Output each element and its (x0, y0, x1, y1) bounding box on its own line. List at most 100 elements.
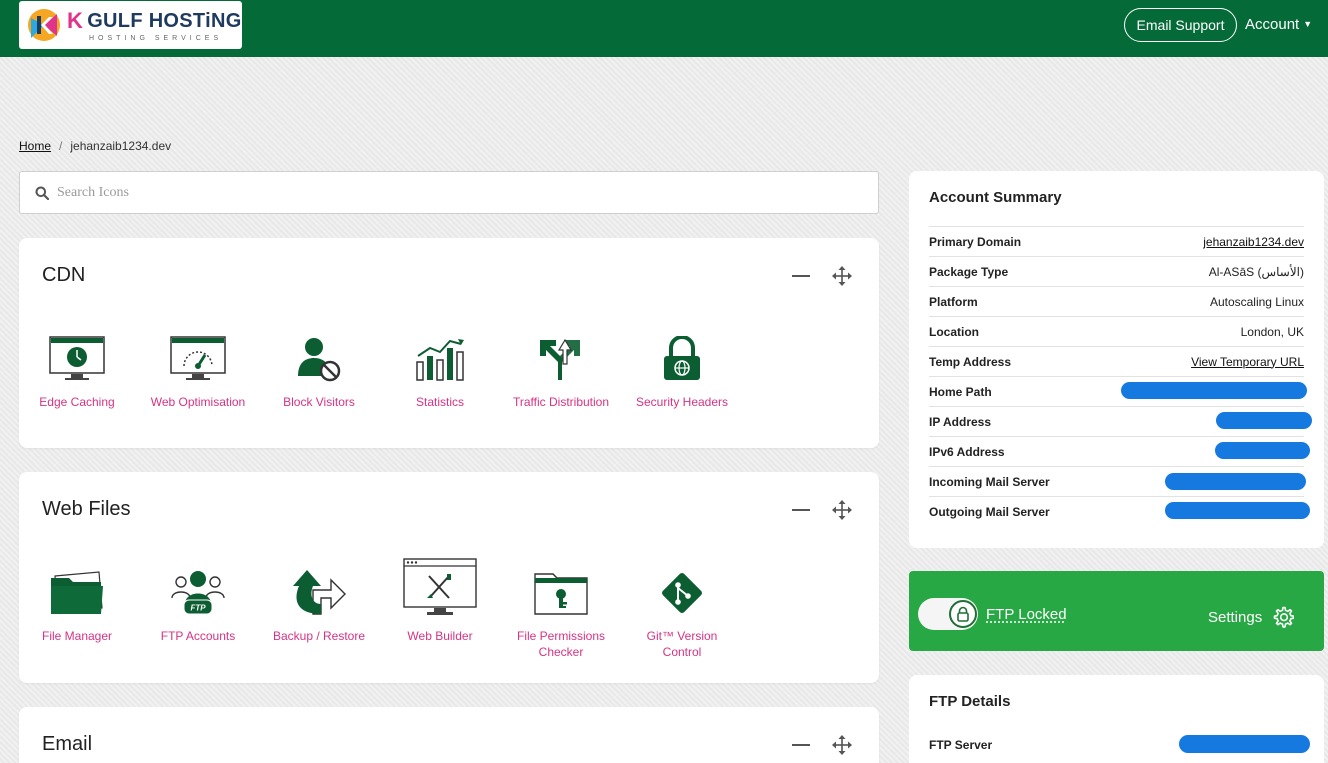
tile-grid: Edge Caching Web Optimisation Block Visi… (19, 330, 879, 440)
summary-key: Outgoing Mail Server (929, 504, 1050, 519)
tile-label: File Permissions Checker (516, 629, 606, 659)
summary-value: London, UK (1240, 324, 1304, 339)
temporary-url-link[interactable]: View Temporary URL (1191, 355, 1304, 369)
tile-ftp-accounts[interactable]: FTP FTP Accounts (143, 564, 253, 644)
tile-backup-restore[interactable]: Backup / Restore (264, 564, 374, 644)
account-summary-card: Account Summary Primary Domain jehanzaib… (909, 171, 1324, 548)
section-email: Email (19, 707, 879, 763)
tile-file-permissions[interactable]: File Permissions Checker (506, 564, 616, 660)
email-support-button[interactable]: Email Support (1124, 8, 1237, 42)
redaction-mark (1121, 382, 1307, 399)
tile-web-builder[interactable]: Web Builder (385, 558, 495, 644)
account-summary-title: Account Summary (929, 189, 1062, 206)
speed-gauge-icon (170, 336, 226, 380)
summary-key: Primary Domain (929, 234, 1022, 249)
brand-subtitle: HOSTING SERVICES (89, 35, 223, 42)
search-icon (35, 186, 49, 200)
summary-row: Location London, UK (929, 316, 1304, 346)
summary-row: Platform Autoscaling Linux (929, 286, 1304, 316)
ftp-settings-button[interactable]: Settings (1208, 606, 1295, 628)
lock-icon (949, 600, 977, 628)
ftp-lock-toggle[interactable] (918, 598, 978, 630)
breadcrumb-current: jehanzaib1234.dev (70, 139, 172, 153)
brand-logo[interactable]: K GULF HOSTiNG HOSTING SERVICES (19, 1, 242, 49)
backup-arrow-icon (293, 570, 346, 615)
split-arrows-icon (540, 338, 580, 380)
breadcrumb: Home / jehanzaib1234.dev (19, 139, 171, 153)
brand-title: K GULF HOSTiNG (67, 8, 242, 34)
section-web-files: Web Files File Manager FTP FTP Accounts … (19, 472, 879, 683)
move-icon[interactable] (832, 266, 852, 286)
block-user-icon (298, 338, 341, 382)
tile-label: FTP Accounts (160, 629, 236, 643)
ftp-details-card: FTP Details FTP Server (909, 675, 1324, 763)
tile-statistics[interactable]: Statistics (385, 330, 495, 410)
section-cdn: CDN Edge Caching Web Optimisation Block … (19, 238, 879, 448)
summary-key: IP Address (929, 414, 992, 429)
search-input[interactable] (57, 184, 837, 201)
tile-label: Web Builder (407, 629, 473, 643)
tile-web-optimisation[interactable]: Web Optimisation (143, 330, 253, 410)
folder-key-icon (534, 573, 588, 615)
brand-title-text: GULF HOSTiNG (87, 9, 242, 32)
padlock-icon (664, 336, 700, 380)
ftp-locked-label[interactable]: FTP Locked (986, 606, 1067, 623)
primary-domain-link[interactable]: jehanzaib1234.dev (1203, 235, 1304, 249)
tile-grid: File Manager FTP FTP Accounts Backup / R… (19, 558, 879, 674)
folder-icon (51, 571, 103, 614)
brand-k-mark-icon: K (67, 8, 84, 33)
tile-security-headers[interactable]: Security Headers (627, 330, 737, 410)
tile-label: Edge Caching (39, 395, 115, 409)
section-title: Web Files (42, 498, 131, 520)
move-icon[interactable] (832, 735, 852, 755)
summary-key: Incoming Mail Server (929, 474, 1050, 489)
tile-label: File Manager (41, 629, 113, 643)
ftp-details-title: FTP Details (929, 693, 1011, 710)
section-title: CDN (42, 264, 86, 286)
breadcrumb-separator: / (59, 139, 63, 153)
tile-label: Backup / Restore (272, 629, 366, 643)
summary-row: Temp Address View Temporary URL (929, 346, 1304, 376)
caret-down-icon: ▼ (1303, 19, 1313, 29)
tile-file-manager[interactable]: File Manager (22, 564, 132, 644)
tile-traffic-distribution[interactable]: Traffic Distribution (506, 330, 616, 410)
summary-key: Home Path (929, 384, 992, 399)
collapse-icon[interactable] (792, 509, 810, 511)
tile-git-version-control[interactable]: Git™ Version Control (627, 564, 737, 660)
tile-label: Traffic Distribution (512, 395, 610, 409)
top-header: K GULF HOSTiNG HOSTING SERVICES Email Su… (0, 0, 1328, 57)
summary-key: IPv6 Address (929, 444, 1005, 459)
tile-label: Web Optimisation (150, 395, 246, 409)
web-builder-icon (403, 558, 477, 615)
ftp-settings-label: Settings (1208, 608, 1263, 626)
move-icon[interactable] (832, 500, 852, 520)
tile-edge-caching[interactable]: Edge Caching (22, 330, 132, 410)
collapse-icon[interactable] (792, 744, 810, 746)
redaction-mark (1216, 412, 1312, 429)
bar-chart-icon (416, 339, 464, 381)
search-box (19, 171, 879, 214)
tile-block-visitors[interactable]: Block Visitors (264, 330, 374, 410)
monitor-clock-icon (49, 336, 105, 380)
summary-key: Location (929, 324, 979, 339)
redaction-mark (1165, 502, 1310, 519)
ftp-users-icon: FTP (171, 571, 225, 615)
brand-logo-icon (28, 9, 60, 41)
ftp-lock-bar: FTP Locked Settings (909, 571, 1324, 651)
summary-value: Al-ASāS (الأساس) (1208, 264, 1304, 279)
account-dropdown[interactable]: Account ▼ (1245, 16, 1312, 33)
redaction-mark (1165, 473, 1306, 490)
gear-icon (1273, 606, 1295, 628)
git-icon (662, 573, 702, 613)
redaction-mark (1215, 442, 1310, 459)
summary-row: Primary Domain jehanzaib1234.dev (929, 226, 1304, 256)
collapse-icon[interactable] (792, 275, 810, 277)
summary-row: Package Type Al-ASāS (الأساس) (929, 256, 1304, 286)
tile-label: Statistics (415, 395, 464, 409)
tile-label: Git™ Version Control (646, 629, 718, 659)
breadcrumb-home-link[interactable]: Home (19, 139, 51, 153)
summary-value: Autoscaling Linux (1209, 294, 1304, 309)
summary-key: Package Type (929, 264, 1009, 279)
svg-text:FTP: FTP (190, 604, 206, 613)
summary-key: Platform (929, 294, 978, 309)
